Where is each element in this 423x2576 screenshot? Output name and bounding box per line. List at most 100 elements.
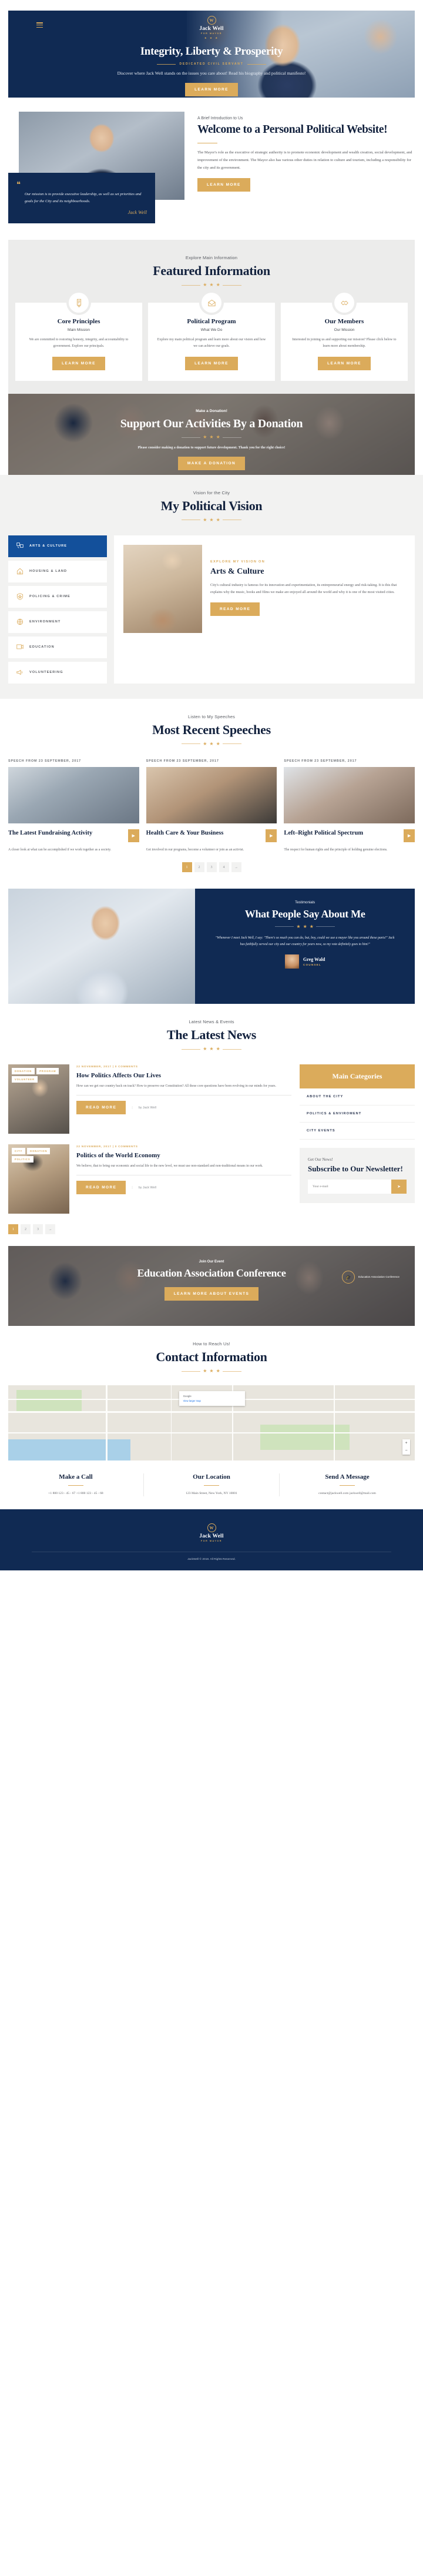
- contact-map[interactable]: Google View larger map + −: [8, 1385, 415, 1461]
- conference-learn-more-button[interactable]: LEARN MORE ABOUT EVENTS: [164, 1287, 259, 1301]
- sidebar-link-politics-environment[interactable]: POLITICS & ENVIROMENT: [300, 1106, 415, 1123]
- news-tag[interactable]: VOLUNTEER: [12, 1076, 38, 1083]
- featured-card-text: Interested in joining us and supporting …: [292, 338, 397, 349]
- donation-text: Please consider making a donation to sup…: [137, 446, 286, 450]
- house-icon: [15, 567, 24, 576]
- welcome-eyebrow: A Brief Introduction to Us: [197, 116, 243, 120]
- contact-section: How to Reach Us! Contact Information ★ ★ ★…: [0, 1326, 423, 1509]
- testimonial-author: Greg Wald: [303, 956, 325, 962]
- welcome-learn-more-button[interactable]: LEARN MORE: [197, 178, 250, 192]
- speech-arrow-icon[interactable]: ▶: [266, 829, 277, 842]
- featured-section: Explore Main Information Featured Inform…: [8, 240, 415, 394]
- speech-arrow-icon[interactable]: ▶: [127, 829, 139, 842]
- donation-stars-divider: ★ ★ ★: [8, 435, 415, 440]
- contact-column-text: 123 Main Street, New York, NY 10001: [186, 1492, 237, 1496]
- sidebar-link-city-events[interactable]: CITY EVENTS: [300, 1123, 415, 1140]
- footer-logo-icon[interactable]: W: [207, 1523, 216, 1533]
- speech-card[interactable]: SPEECH FROM 23 SEPTEMBER, 2017 The Lates…: [8, 759, 139, 853]
- hero-title: Integrity, Liberty & Prosperity: [140, 45, 283, 58]
- featured-card[interactable]: Our Members Our Mission Interested in jo…: [281, 290, 408, 381]
- news-section: Latest News & Events The Latest News ★ ★ ★…: [0, 1004, 423, 1242]
- map-larger-link[interactable]: View larger map: [183, 1399, 241, 1402]
- open-envelope-icon: [199, 290, 224, 316]
- map-zoom-controls[interactable]: + −: [402, 1439, 410, 1455]
- news-list: DONATION PROGRAM VOLUNTEER 22 NOVEMBER, …: [8, 1064, 291, 1235]
- newsletter-email-input[interactable]: [308, 1179, 391, 1194]
- pagination-page-3[interactable]: 3: [206, 862, 217, 873]
- vision-tab-volunteering[interactable]: VOLUNTEERING: [8, 661, 107, 684]
- pagination-next-icon[interactable]: →: [231, 862, 241, 873]
- vision-tab-list: ARTS & CULTURE HOUSING & LAND POLICING &…: [8, 535, 107, 684]
- speech-card[interactable]: SPEECH FROM 23 SEPTEMBER, 2017 Left–Righ…: [284, 759, 415, 853]
- featured-cards: Core Principles Main Mission We are comm…: [8, 287, 415, 381]
- contact-column-message: Send A Message contact@jackwell.com jack…: [279, 1473, 415, 1497]
- vision-tab-education[interactable]: EDUCATION: [8, 636, 107, 658]
- sidebar-link-about-the-city[interactable]: ABOUT THE CITY: [300, 1088, 415, 1106]
- speech-image: [8, 766, 139, 823]
- vision-tab-label: VOLUNTEERING: [29, 671, 63, 675]
- map-zoom-out-button[interactable]: −: [402, 1447, 410, 1455]
- news-post-excerpt: We believe, that to bring our economic a…: [76, 1164, 263, 1168]
- speeches-eyebrow: Listen to My Speeches: [187, 713, 236, 719]
- speech-card[interactable]: SPEECH FROM 23 SEPTEMBER, 2017 Health Ca…: [146, 759, 277, 853]
- news-pagination-page-2[interactable]: 2: [21, 1224, 31, 1235]
- pagination-page-1[interactable]: 1: [182, 862, 192, 873]
- news-tag[interactable]: PROGRAM: [36, 1068, 59, 1075]
- news-post[interactable]: DONATION PROGRAM VOLUNTEER 22 NOVEMBER, …: [8, 1064, 291, 1134]
- hero-learn-more-button[interactable]: LEARN MORE: [185, 82, 238, 96]
- conference-badge-text: Education Association Conference: [358, 1275, 400, 1278]
- welcome-quote-author: Jack Well: [127, 209, 147, 216]
- contact-column-title: Make a Call: [59, 1473, 93, 1481]
- news-tag[interactable]: CITY: [12, 1148, 26, 1155]
- vision-tab-environment[interactable]: ENVIRONMENT: [8, 611, 107, 633]
- vision-panel-text: City's cultural industry is famous for i…: [210, 582, 397, 594]
- featured-card-button[interactable]: LEARN MORE: [52, 356, 105, 370]
- vision-tab-label: EDUCATION: [29, 645, 55, 649]
- footer-brand[interactable]: W Jack Well FOR MAYOR: [8, 1523, 415, 1542]
- featured-card[interactable]: Political Program What We Do Explore my …: [148, 290, 275, 381]
- speech-image: [284, 766, 415, 823]
- map-zoom-in-button[interactable]: +: [402, 1439, 410, 1447]
- send-paper-plane-icon[interactable]: ➤: [391, 1179, 407, 1194]
- news-tag[interactable]: DONATION: [12, 1068, 35, 1075]
- news-read-more-button[interactable]: READ MORE: [76, 1101, 126, 1114]
- featured-card-text: Explore my main political program and le…: [157, 338, 266, 349]
- featured-card-button[interactable]: LEARN MORE: [318, 356, 371, 370]
- pagination-page-4[interactable]: 4: [219, 862, 229, 873]
- speech-date: SPEECH FROM 23 SEPTEMBER, 2017: [146, 759, 219, 763]
- vision-tab-housing-land[interactable]: HOUSING & LAND: [8, 560, 107, 582]
- vision-section: Vision for the City My Political Vision …: [0, 474, 423, 699]
- vision-panel-eyebrow: EXPLORE MY VISION ON: [210, 560, 266, 564]
- news-thumbnail: DONATION PROGRAM VOLUNTEER: [8, 1064, 69, 1134]
- hamburger-menu-icon[interactable]: [36, 22, 43, 29]
- news-meta: 22 NOVEMBER, 2017 | 0 COMMENTS: [76, 1145, 138, 1149]
- make-donation-button[interactable]: MAKE A DONATION: [177, 457, 246, 471]
- vision-stars-divider: ★ ★ ★: [8, 517, 415, 522]
- contact-column-title: Our Location: [193, 1473, 230, 1481]
- news-post[interactable]: CITY DONATION POLITICS 22 NOVEMBER, 2017…: [8, 1144, 291, 1214]
- footer-mark-letter: W: [209, 1525, 214, 1530]
- pagination-page-2[interactable]: 2: [194, 862, 204, 873]
- featured-card-button[interactable]: LEARN MORE: [185, 356, 238, 370]
- globe-leaf-icon: [15, 618, 24, 627]
- news-tag[interactable]: DONATION: [27, 1148, 51, 1155]
- speech-image: [146, 766, 277, 823]
- map-info-window[interactable]: Google View larger map: [179, 1391, 245, 1406]
- news-pagination-next-icon[interactable]: →: [45, 1224, 55, 1235]
- brand-logo-icon[interactable]: W: [207, 16, 216, 25]
- speech-arrow-icon[interactable]: ▶: [404, 829, 415, 842]
- vision-tab-policing-crime[interactable]: POLICING & CRIME: [8, 585, 107, 608]
- vision-tab-arts-culture[interactable]: ARTS & CULTURE: [8, 535, 107, 557]
- news-pagination-page-1[interactable]: 1: [8, 1224, 18, 1235]
- brand-name: Jack Well: [199, 26, 224, 32]
- vision-read-more-button[interactable]: READ MORE: [210, 602, 260, 617]
- news-read-more-button[interactable]: READ MORE: [76, 1181, 126, 1194]
- news-eyebrow: Latest News & Events: [189, 1019, 234, 1025]
- contact-column-title: Send A Message: [325, 1473, 370, 1481]
- graduation-cap-icon: 🎓: [342, 1271, 355, 1284]
- news-tag[interactable]: POLITICS: [12, 1156, 33, 1163]
- contact-column-rule: [340, 1485, 355, 1486]
- news-pagination-page-3[interactable]: 3: [33, 1224, 43, 1235]
- featured-card[interactable]: Core Principles Main Mission We are comm…: [15, 290, 142, 381]
- testimonial-avatar: [285, 954, 300, 969]
